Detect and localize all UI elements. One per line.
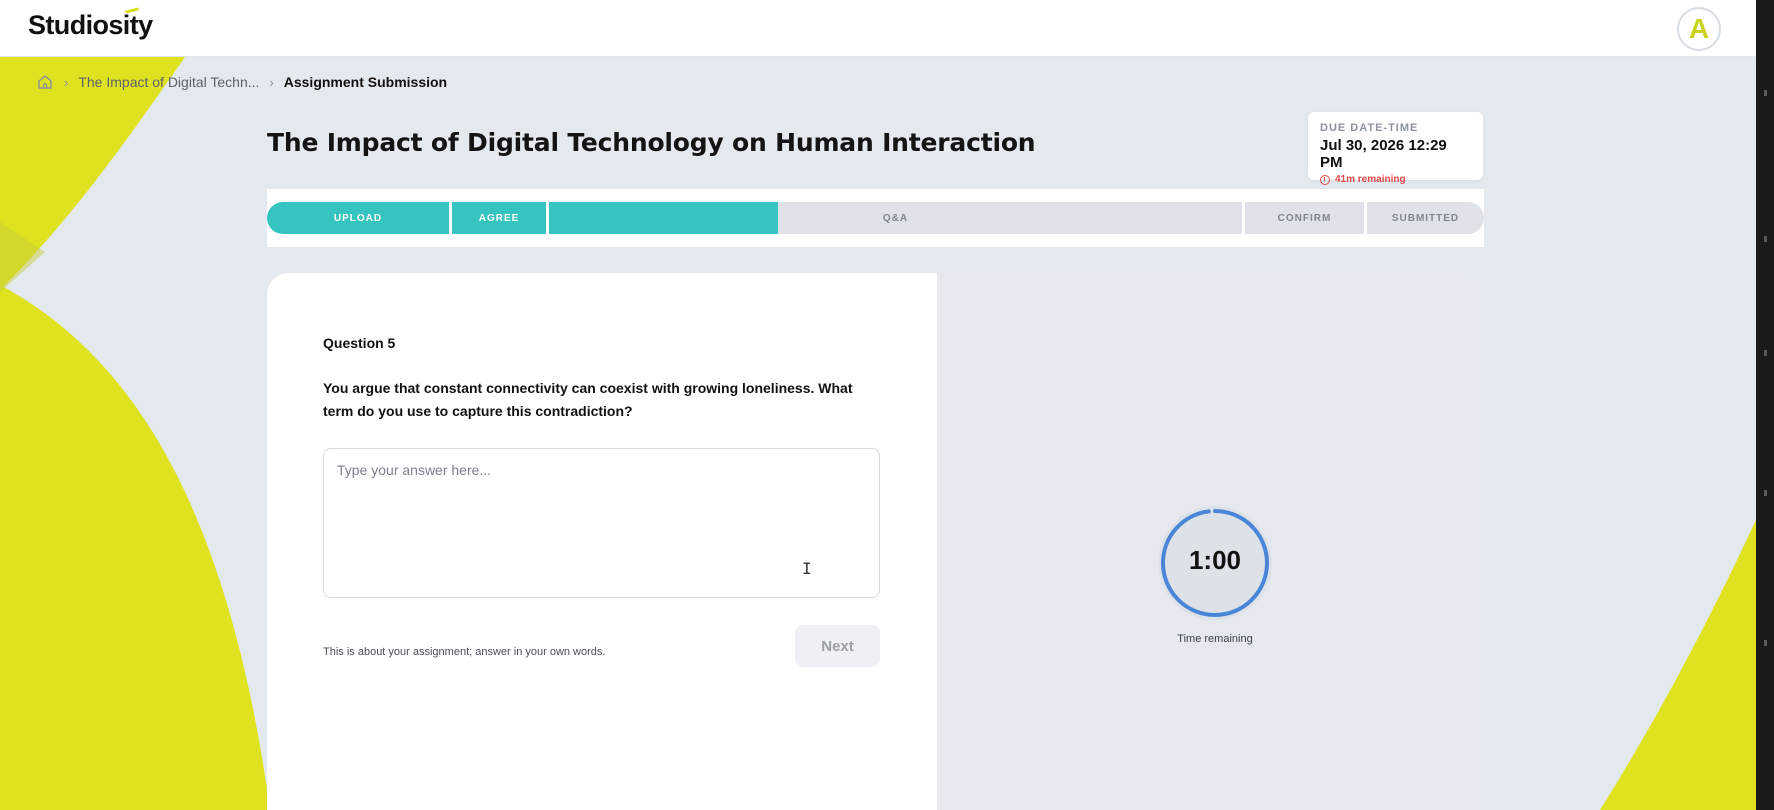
countdown-timer: 1:00 Time remaining	[1150, 503, 1280, 653]
step-agree: AGREE	[452, 202, 546, 234]
home-icon[interactable]	[36, 73, 54, 91]
due-date-label: DUE DATE-TIME	[1320, 122, 1419, 134]
step-confirm: CONFIRM	[1245, 202, 1364, 234]
due-date-value: Jul 30, 2026 12:29 PM	[1320, 137, 1447, 171]
breadcrumb: › The Impact of Digital Techn... › Assig…	[36, 73, 447, 91]
timer-label: Time remaining	[1177, 633, 1253, 645]
chevron-right-icon: ›	[269, 74, 274, 90]
progress-stepper-container: UPLOAD AGREE Q&A CONFIRM SUBMITTED	[267, 189, 1484, 247]
timer-value: 1:00	[1188, 545, 1242, 575]
clock-icon	[1320, 174, 1330, 185]
next-button[interactable]: Next	[795, 625, 880, 667]
question-number: Question 5	[323, 335, 396, 351]
top-navigation-bar: Studiosity A	[0, 0, 1756, 57]
avatar[interactable]: A	[1677, 7, 1721, 51]
time-remaining-text: 41m remaining	[1335, 174, 1406, 185]
timer-panel: 1:00 Time remaining	[937, 273, 1484, 810]
step-qa: Q&A	[549, 202, 1242, 234]
app-frame: Studiosity A › The Impact of Digital Tec…	[0, 0, 1774, 810]
time-remaining-badge: 41m remaining	[1320, 174, 1471, 185]
breadcrumb-current: Assignment Submission	[283, 74, 448, 90]
step-upload: UPLOAD	[267, 202, 449, 234]
chevron-right-icon: ›	[64, 74, 69, 90]
studiosity-logo[interactable]: Studiosity	[28, 10, 153, 41]
text-cursor-icon: I	[802, 559, 812, 578]
answer-textarea[interactable]	[323, 448, 880, 598]
page-title: The Impact of Digital Technology on Huma…	[267, 128, 1036, 157]
question-text: You argue that constant connectivity can…	[323, 380, 853, 419]
question-card: Question 5 You argue that constant conne…	[267, 273, 1484, 810]
due-date-card: DUE DATE-TIME Jul 30, 2026 12:29 PM 41m …	[1308, 112, 1483, 185]
breadcrumb-assignment-link[interactable]: The Impact of Digital Techn...	[78, 74, 259, 90]
progress-stepper: UPLOAD AGREE Q&A CONFIRM SUBMITTED	[267, 202, 1484, 234]
question-panel: Question 5 You argue that constant conne…	[267, 273, 937, 810]
step-qa-progress-fill	[549, 202, 778, 234]
window-edge-strip	[1756, 0, 1774, 810]
answer-hint: This is about your assignment; answer in…	[323, 646, 606, 658]
step-submitted: SUBMITTED	[1367, 202, 1484, 234]
